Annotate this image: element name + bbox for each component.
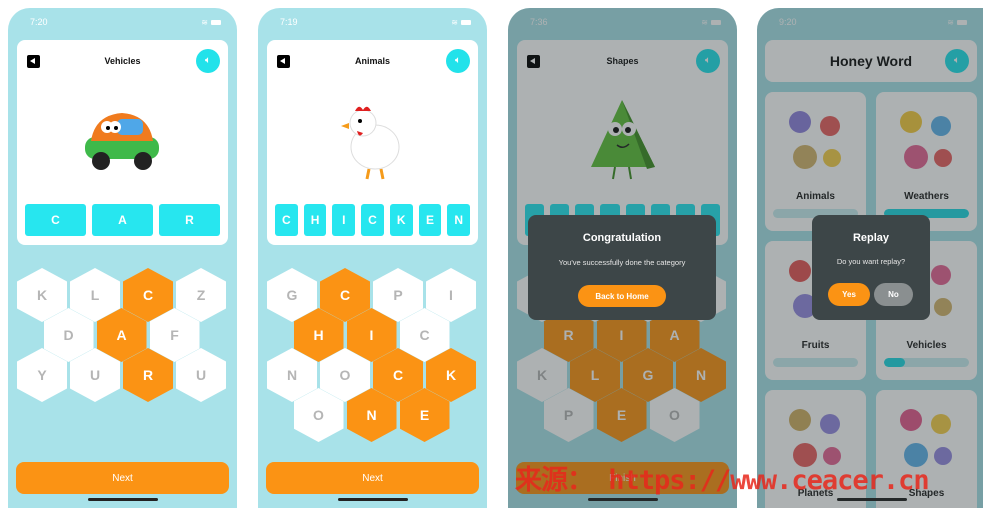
- back-to-home-button[interactable]: Back to Home: [578, 285, 666, 307]
- sound-button[interactable]: 🔈︎: [196, 49, 220, 73]
- answer-slot: C: [361, 204, 384, 236]
- answer-slot: A: [92, 204, 153, 236]
- home-screen: 9:20 ≋ Honey Word 🔈︎ Animals Weathers Fruits Ve…: [757, 8, 983, 508]
- status-time: 7:20: [30, 17, 48, 27]
- next-button[interactable]: Next: [266, 462, 479, 494]
- yes-button[interactable]: Yes: [828, 283, 870, 306]
- battery-icon: [211, 20, 221, 25]
- dialog-message: Do you want replay?: [836, 257, 906, 266]
- watermark: 来源： https://www.ceacer.cn: [515, 465, 930, 496]
- answer-slot: N: [447, 204, 471, 236]
- answer-slot: I: [332, 204, 356, 236]
- wifi-icon: ≋: [451, 18, 458, 27]
- question-card: Animals 🔈︎ C H I C K E N: [267, 40, 478, 245]
- status-time: 7:19: [280, 17, 298, 27]
- next-button[interactable]: Next: [16, 462, 229, 494]
- no-button[interactable]: No: [874, 283, 913, 306]
- dialog-title: Replay: [852, 232, 890, 244]
- answer-slots: CAR: [25, 204, 220, 236]
- sound-button[interactable]: 🔈︎: [446, 49, 470, 73]
- answer-slot: H: [303, 204, 327, 236]
- answer-slot: C: [25, 204, 86, 236]
- answer-slot: K: [389, 204, 413, 236]
- status-icons: ≋: [449, 18, 471, 27]
- answer-slot: R: [159, 204, 220, 236]
- home-indicator: [88, 498, 158, 501]
- question-card: Vehicles 🔈︎ C A R: [17, 40, 228, 245]
- dialog-title: Congratulation: [582, 232, 662, 244]
- game-screen-shapes: 7:36 ≋ Shapes 🔈︎ R I A K L G N P E O Finish Congratulat…: [508, 8, 737, 508]
- chicken-image: [327, 95, 417, 185]
- car-image: [77, 95, 167, 185]
- answer-slot: C: [275, 204, 298, 236]
- answer-slot: E: [418, 204, 442, 236]
- congratulation-dialog: Congratulation You've successfully done t…: [528, 215, 716, 320]
- battery-icon: [461, 20, 471, 25]
- status-icons: ≋: [199, 18, 221, 27]
- game-screen-vehicles: 7:20 ≋ Vehicles 🔈︎ C A R K L C Z D A F Y U R U Next: [8, 8, 237, 508]
- answer-slots: CHICKEN: [275, 204, 471, 236]
- wifi-icon: ≋: [201, 18, 208, 27]
- replay-dialog: Replay Do you want replay? Yes No: [812, 215, 930, 320]
- home-indicator: [338, 498, 408, 501]
- dialog-message: You've successfully done the category: [558, 258, 686, 267]
- game-screen-animals: 7:19 ≋ Animals 🔈︎ C H I C K E N G C P I H I C N O C K O N E Next: [258, 8, 487, 508]
